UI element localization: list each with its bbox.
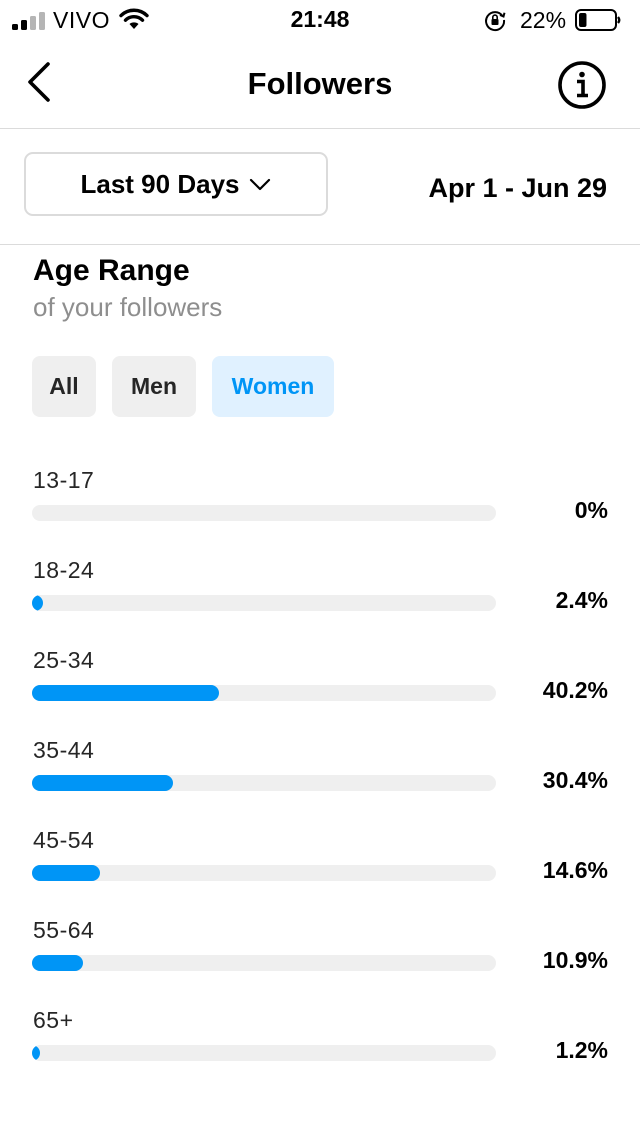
battery-percent: 22% bbox=[520, 7, 567, 33]
age-bar-fill bbox=[32, 955, 83, 971]
age-row-label: 13-17 bbox=[33, 467, 95, 493]
screen: VIVO 21:48 22% Followers Last 90 Days Ap… bbox=[0, 0, 640, 1136]
age-row-percent: 14.6% bbox=[542, 857, 608, 883]
segment-women[interactable]: Women bbox=[212, 356, 334, 417]
date-range-text: Apr 1 - Jun 29 bbox=[428, 173, 607, 203]
age-row-label: 45-54 bbox=[33, 827, 95, 853]
segment-all[interactable]: All bbox=[32, 356, 96, 417]
section-title: Age Range bbox=[33, 254, 190, 287]
page-title: Followers bbox=[247, 66, 393, 101]
section-subtitle: of your followers bbox=[33, 292, 223, 322]
segment-men[interactable]: Men bbox=[112, 356, 196, 417]
age-row: 25-34 40.2% bbox=[0, 645, 640, 735]
status-bar: VIVO 21:48 22% bbox=[0, 0, 640, 40]
age-row-label: 25-34 bbox=[33, 647, 95, 673]
age-row: 13-17 0% bbox=[0, 465, 640, 555]
age-row-percent: 10.9% bbox=[542, 947, 608, 973]
age-bar-fill bbox=[32, 685, 219, 701]
date-range-dropdown-label: Last 90 Days bbox=[80, 168, 240, 199]
age-bar-track bbox=[32, 775, 496, 791]
chevron-down-icon bbox=[250, 178, 271, 191]
age-row-percent: 1.2% bbox=[555, 1037, 608, 1063]
rotation-lock-icon bbox=[485, 11, 506, 32]
age-row-percent: 2.4% bbox=[555, 587, 608, 613]
age-row-label: 35-44 bbox=[33, 737, 95, 763]
age-bar-track bbox=[32, 685, 496, 701]
age-row-label: 65+ bbox=[33, 1007, 74, 1033]
age-range-list: 13-17 0% 18-24 2.4% 25-34 40.2% 35-44 30… bbox=[0, 465, 640, 1095]
battery-icon bbox=[575, 9, 621, 31]
age-row-label: 18-24 bbox=[33, 557, 95, 583]
filter-row: Last 90 Days Apr 1 - Jun 29 bbox=[0, 129, 640, 245]
age-bar-fill bbox=[32, 1045, 41, 1061]
age-row-percent: 30.4% bbox=[542, 767, 608, 793]
age-row: 55-64 10.9% bbox=[0, 915, 640, 1005]
age-row: 35-44 30.4% bbox=[0, 735, 640, 825]
age-bar-fill bbox=[32, 865, 100, 881]
age-row: 18-24 2.4% bbox=[0, 555, 640, 645]
age-bar-track bbox=[32, 1045, 496, 1061]
age-bar-fill bbox=[32, 595, 44, 611]
nav-bar: Followers bbox=[0, 40, 640, 129]
age-row: 65+ 1.2% bbox=[0, 1005, 640, 1095]
age-bar-fill bbox=[32, 775, 174, 791]
age-bar-track bbox=[32, 865, 496, 881]
age-bar-track bbox=[32, 505, 496, 521]
age-bar-track bbox=[32, 595, 496, 611]
age-row-percent: 40.2% bbox=[542, 677, 608, 703]
age-row-label: 55-64 bbox=[33, 917, 95, 943]
info-circle-icon[interactable] bbox=[557, 60, 607, 110]
age-row: 45-54 14.6% bbox=[0, 825, 640, 915]
age-row-percent: 0% bbox=[574, 497, 608, 523]
date-range-dropdown[interactable]: Last 90 Days bbox=[24, 152, 328, 216]
age-bar-track bbox=[32, 955, 496, 971]
